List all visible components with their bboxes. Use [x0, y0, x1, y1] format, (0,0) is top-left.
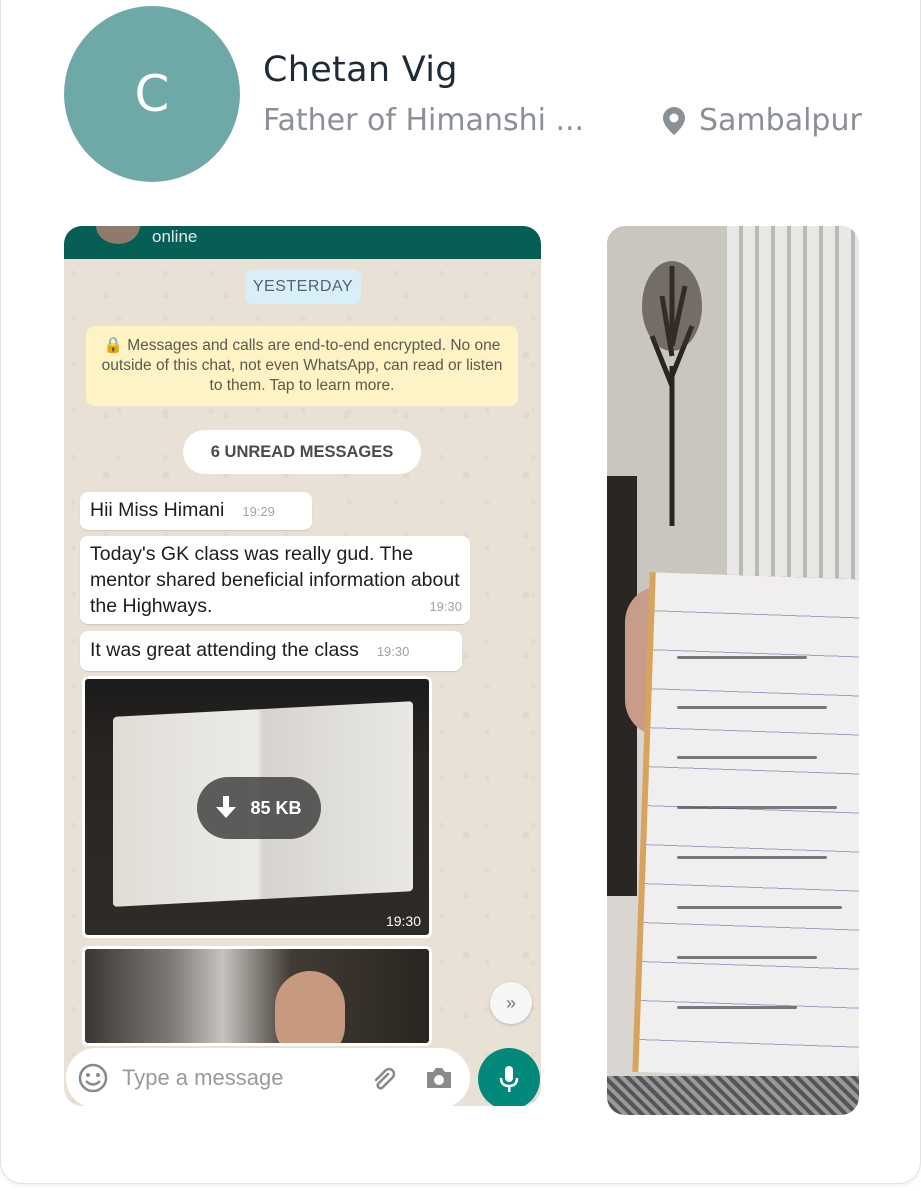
image-message[interactable]: [82, 946, 432, 1046]
tree-decoration: [642, 261, 702, 526]
chat-screenshot[interactable]: online YESTERDAY 🔒 Messages and calls ar…: [64, 226, 541, 1106]
message-bubble: Today's GK class was really gud. The men…: [80, 536, 470, 624]
double-chevron-down-icon: »: [505, 992, 516, 1013]
message-bubble: Hii Miss Himani 19:29: [80, 492, 312, 530]
download-button[interactable]: 85 KB: [197, 777, 321, 839]
message-time: 19:29: [242, 504, 275, 519]
message-bubble: It was great attending the class 19:30: [80, 631, 462, 671]
handwriting-line: [677, 806, 837, 809]
avatar-initial: C: [134, 65, 170, 123]
microphone-icon: [499, 1066, 519, 1092]
day-chip: YESTERDAY: [245, 270, 361, 304]
message-time: 19:30: [376, 644, 410, 659]
voice-message-button[interactable]: [478, 1048, 540, 1106]
testimonial-card: C Chetan Vig Father of Himanshi ... Samb…: [0, 0, 921, 1184]
unread-badge: 6 UNREAD MESSAGES: [183, 430, 421, 474]
message-time: 19:30: [429, 599, 462, 614]
handwriting-line: [677, 956, 817, 959]
map-pin-icon: [663, 106, 685, 135]
message-input[interactable]: Type a message: [122, 1065, 370, 1091]
contact-avatar: [96, 226, 140, 244]
location-label: Sambalpur: [699, 103, 862, 138]
emoji-icon: [78, 1063, 108, 1093]
message-text: It was great attending the class: [90, 639, 359, 661]
handwriting-line: [677, 1006, 797, 1009]
attachment-icon[interactable]: [370, 1064, 398, 1092]
message-text: Today's GK class was really gud. The men…: [90, 543, 460, 617]
handwriting-line: [677, 656, 807, 659]
message-input-bar[interactable]: Type a message: [66, 1048, 470, 1106]
handwriting-line: [677, 756, 817, 759]
contact-status: online: [152, 227, 198, 246]
handwriting-line: [677, 856, 827, 859]
encryption-notice: 🔒 Messages and calls are end-to-end encr…: [86, 326, 518, 406]
child-photo: [275, 971, 345, 1043]
chat-header: online: [64, 226, 541, 259]
photo-window: [727, 226, 859, 586]
parent-name: Chetan Vig: [263, 50, 458, 90]
location: Sambalpur: [663, 103, 862, 138]
download-size: 85 KB: [250, 797, 302, 818]
scroll-down-button[interactable]: »: [490, 982, 532, 1024]
camera-icon[interactable]: [424, 1065, 454, 1091]
homework-photo[interactable]: [607, 226, 859, 1115]
handwriting-line: [677, 706, 827, 709]
message-text: Hii Miss Himani: [90, 499, 225, 521]
image-message[interactable]: 85 KB 19:30: [82, 676, 432, 938]
download-icon: [216, 796, 237, 818]
notebook-page: [638, 572, 859, 1080]
image-time: 19:30: [385, 913, 421, 929]
avatar: C: [64, 6, 240, 182]
photo-floor: [607, 1076, 859, 1115]
parent-relation: Father of Himanshi ...: [263, 103, 585, 138]
handwriting-line: [677, 906, 842, 909]
